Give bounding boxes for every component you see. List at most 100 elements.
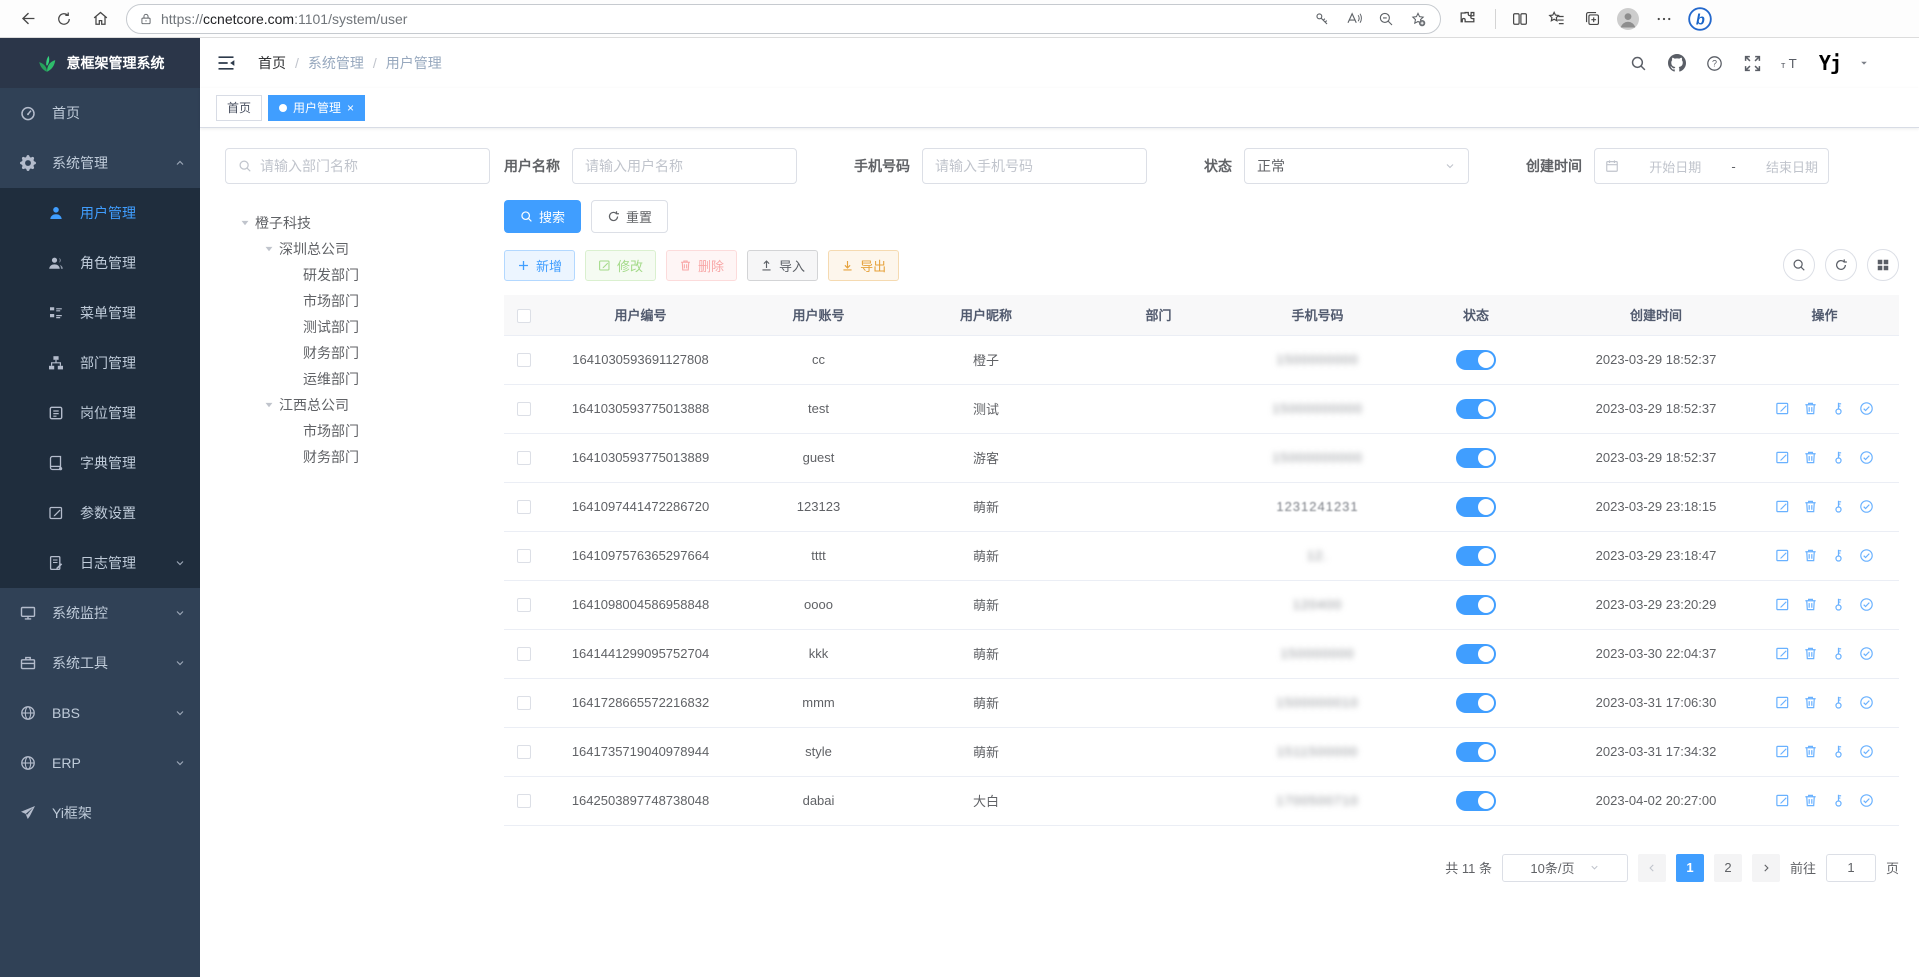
sidebar-item-erp[interactable]: ERP [0, 738, 200, 788]
address-bar[interactable]: https://ccnetcore.com:1101/system/user [126, 4, 1441, 34]
sidebar-item-user-mgmt[interactable]: 用户管理 [0, 188, 200, 238]
status-toggle[interactable] [1456, 742, 1496, 762]
row-checkbox[interactable] [517, 598, 531, 612]
export-button[interactable]: 导出 [828, 250, 899, 281]
sidebar-item-bbs[interactable]: BBS [0, 688, 200, 738]
refresh-table-button[interactable] [1825, 249, 1857, 281]
status-toggle[interactable] [1456, 497, 1496, 517]
user-avatar[interactable]: Yj [1819, 51, 1841, 75]
sidebar-item-log-mgmt[interactable]: 日志管理 [0, 538, 200, 588]
password-key-icon[interactable] [1306, 4, 1338, 34]
dept-tree-node[interactable]: 财务部门 [225, 444, 490, 470]
row-checkbox[interactable] [517, 549, 531, 563]
dept-tree-node[interactable]: 市场部门 [225, 288, 490, 314]
next-page-button[interactable] [1752, 854, 1780, 882]
status-toggle[interactable] [1456, 546, 1496, 566]
favorites-list-icon[interactable] [1538, 4, 1574, 34]
sidebar-item-dept-mgmt[interactable]: 部门管理 [0, 338, 200, 388]
row-edit-button[interactable] [1775, 695, 1790, 710]
row-checkbox[interactable] [517, 696, 531, 710]
dept-tree-node[interactable]: 测试部门 [225, 314, 490, 340]
row-checkbox[interactable] [517, 745, 531, 759]
browser-back-button[interactable] [10, 4, 46, 34]
fullscreen-icon[interactable] [1743, 53, 1763, 73]
browser-profile-avatar[interactable] [1610, 4, 1646, 34]
toggle-search-button[interactable] [1783, 249, 1815, 281]
sidebar-item-system-mgmt[interactable]: 系统管理 [0, 138, 200, 188]
row-assign-role-button[interactable] [1859, 499, 1874, 514]
row-edit-button[interactable] [1775, 744, 1790, 759]
row-delete-button[interactable] [1803, 548, 1818, 563]
reset-button[interactable]: 重置 [591, 200, 668, 233]
lock-icon[interactable] [139, 12, 153, 26]
font-size-icon[interactable]: тT [1781, 53, 1801, 73]
app-logo[interactable]: 意框架管理系统 [0, 38, 200, 88]
dept-tree-node[interactable]: 运维部门 [225, 366, 490, 392]
date-range-picker[interactable]: 开始日期 - 结束日期 [1594, 148, 1829, 184]
row-checkbox[interactable] [517, 353, 531, 367]
extensions-puzzle-icon[interactable] [1449, 4, 1485, 34]
row-edit-button[interactable] [1775, 793, 1790, 808]
status-select[interactable] [1244, 148, 1469, 184]
row-reset-password-button[interactable] [1831, 695, 1846, 710]
sidebar-item-post-mgmt[interactable]: 岗位管理 [0, 388, 200, 438]
row-reset-password-button[interactable] [1831, 548, 1846, 563]
select-all-checkbox[interactable] [517, 309, 531, 323]
status-toggle[interactable] [1456, 791, 1496, 811]
row-assign-role-button[interactable] [1859, 744, 1874, 759]
dept-tree-node[interactable]: 深圳总公司 [225, 236, 490, 262]
sidebar-item-menu-mgmt[interactable]: 菜单管理 [0, 288, 200, 338]
username-input[interactable] [585, 158, 784, 174]
row-edit-button[interactable] [1775, 597, 1790, 612]
row-delete-button[interactable] [1803, 744, 1818, 759]
row-delete-button[interactable] [1803, 450, 1818, 465]
status-toggle[interactable] [1456, 644, 1496, 664]
view-tab-0[interactable]: 首页 [216, 95, 262, 121]
row-assign-role-button[interactable] [1859, 793, 1874, 808]
view-tab-1[interactable]: 用户管理× [268, 95, 365, 121]
delete-button[interactable]: 删除 [666, 250, 737, 281]
page-button-2[interactable]: 2 [1714, 854, 1742, 882]
row-reset-password-button[interactable] [1831, 646, 1846, 661]
row-delete-button[interactable] [1803, 793, 1818, 808]
edit-button[interactable]: 修改 [585, 250, 656, 281]
row-edit-button[interactable] [1775, 450, 1790, 465]
search-button[interactable]: 搜索 [504, 200, 581, 233]
zoom-out-icon[interactable] [1370, 4, 1402, 34]
sidebar-item-sys-tools[interactable]: 系统工具 [0, 638, 200, 688]
github-icon[interactable] [1667, 53, 1687, 73]
browser-refresh-button[interactable] [46, 4, 82, 34]
row-checkbox[interactable] [517, 794, 531, 808]
dept-tree-node[interactable]: 江西总公司 [225, 392, 490, 418]
page-button-1[interactable]: 1 [1676, 854, 1704, 882]
row-delete-button[interactable] [1803, 695, 1818, 710]
row-assign-role-button[interactable] [1859, 597, 1874, 612]
row-assign-role-button[interactable] [1859, 401, 1874, 416]
column-visibility-button[interactable] [1867, 249, 1899, 281]
row-delete-button[interactable] [1803, 597, 1818, 612]
dept-search-input[interactable] [260, 158, 477, 174]
avatar-caret-icon[interactable] [1859, 58, 1869, 68]
import-button[interactable]: 导入 [747, 250, 818, 281]
phone-input[interactable] [935, 158, 1134, 174]
row-edit-button[interactable] [1775, 499, 1790, 514]
dept-tree-node[interactable]: 财务部门 [225, 340, 490, 366]
row-edit-button[interactable] [1775, 401, 1790, 416]
add-button[interactable]: 新增 [504, 250, 575, 281]
more-options-icon[interactable] [1646, 4, 1682, 34]
page-size-select[interactable]: 10条/页 [1502, 854, 1628, 882]
status-toggle[interactable] [1456, 350, 1496, 370]
bing-chat-icon[interactable]: b [1682, 4, 1718, 34]
row-assign-role-button[interactable] [1859, 695, 1874, 710]
row-checkbox[interactable] [517, 647, 531, 661]
dept-tree-node[interactable]: 研发部门 [225, 262, 490, 288]
row-reset-password-button[interactable] [1831, 499, 1846, 514]
row-reset-password-button[interactable] [1831, 597, 1846, 612]
row-delete-button[interactable] [1803, 646, 1818, 661]
status-toggle[interactable] [1456, 595, 1496, 615]
prev-page-button[interactable] [1638, 854, 1666, 882]
header-search-icon[interactable] [1629, 53, 1649, 73]
row-assign-role-button[interactable] [1859, 548, 1874, 563]
row-reset-password-button[interactable] [1831, 744, 1846, 759]
row-delete-button[interactable] [1803, 499, 1818, 514]
